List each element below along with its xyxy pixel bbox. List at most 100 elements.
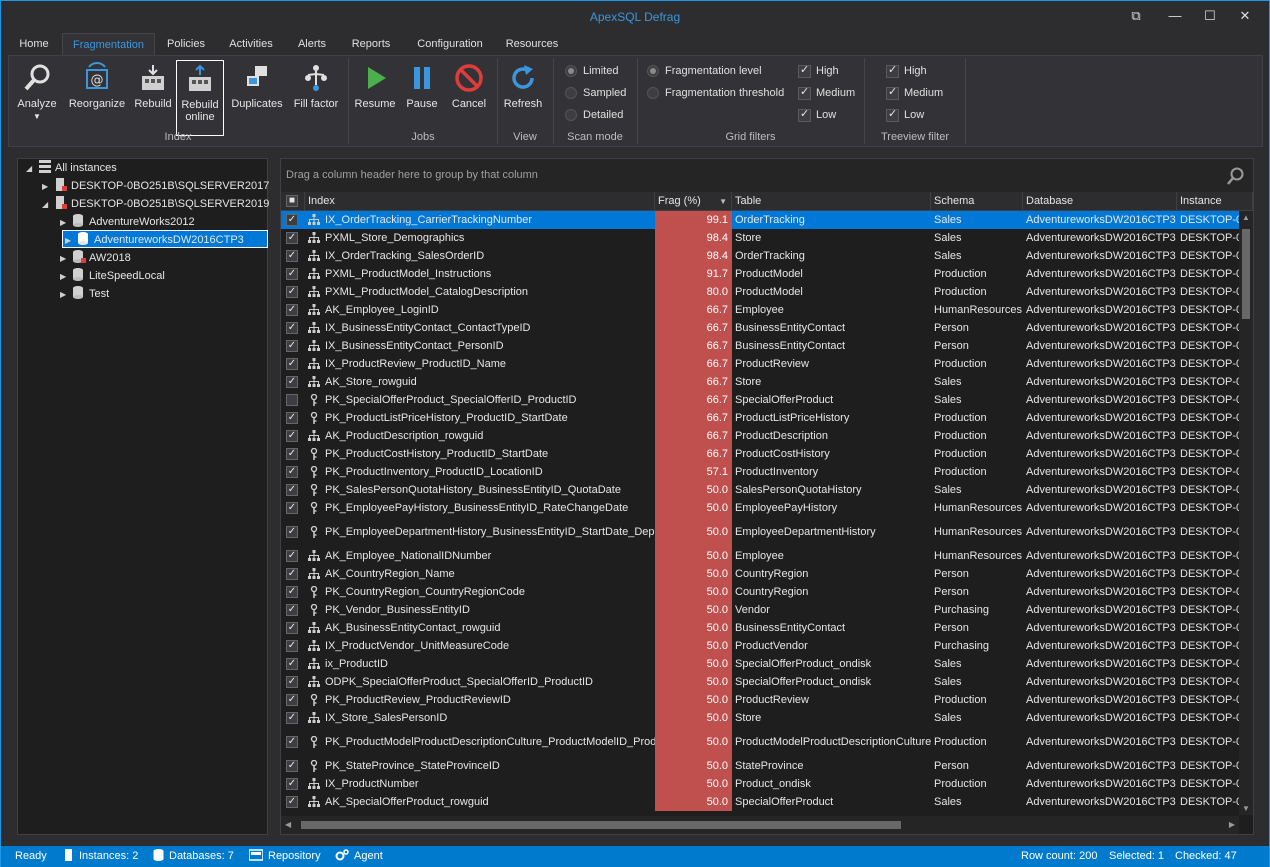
treeview-filter-low-checkbox[interactable]: Low xyxy=(886,107,924,123)
row-checkbox[interactable]: ✓ xyxy=(286,640,298,652)
scroll-up-icon[interactable]: ▲ xyxy=(1242,213,1250,222)
column-header-instance[interactable]: Instance xyxy=(1177,192,1253,211)
grid-filter-low-checkbox[interactable]: Low xyxy=(798,107,836,123)
table-row[interactable]: ✓PK_SalesPersonQuotaHistory_BusinessEnti… xyxy=(281,481,1239,499)
scroll-left-icon[interactable]: ◀ xyxy=(285,820,291,829)
tree-server-2019[interactable]: ◢DESKTOP-0BO251B\SQLSERVER2019 xyxy=(42,195,269,213)
treeview-filter-high-checkbox[interactable]: High xyxy=(886,63,927,79)
scan-mode-sampled-radio[interactable]: Sampled xyxy=(563,85,626,101)
expanded-arrow-icon[interactable]: ◢ xyxy=(26,160,38,178)
close-button[interactable]: ✕ xyxy=(1230,5,1260,27)
tree-server-2017[interactable]: ▶DESKTOP-0BO251B\SQLSERVER2017 xyxy=(42,177,269,195)
row-checkbox[interactable]: ✓ xyxy=(286,760,298,772)
fragmentation-threshold-radio[interactable]: Fragmentation threshold xyxy=(645,85,784,101)
table-row[interactable]: ✓IX_ProductVendor_UnitMeasureCode50.0Pro… xyxy=(281,637,1239,655)
row-checkbox[interactable]: ✓ xyxy=(286,604,298,616)
row-checkbox[interactable]: ✓ xyxy=(286,304,298,316)
table-row[interactable]: ✓PK_ProductListPriceHistory_ProductID_St… xyxy=(281,409,1239,427)
table-row[interactable]: ✓IX_ProductNumber50.0Product_ondiskProdu… xyxy=(281,775,1239,793)
row-checkbox[interactable]: ✓ xyxy=(286,268,298,280)
row-checkbox[interactable]: ✓ xyxy=(286,676,298,688)
row-checkbox[interactable]: ✓ xyxy=(286,622,298,634)
status-agent[interactable]: Agent xyxy=(335,846,383,867)
tab-configuration[interactable]: Configuration xyxy=(409,33,491,55)
row-checkbox[interactable]: ✓ xyxy=(286,412,298,424)
pause-button[interactable]: Pause xyxy=(401,60,443,128)
rebuild-online-button[interactable]: Rebuild online xyxy=(176,60,224,136)
row-checkbox[interactable]: ✓ xyxy=(286,340,298,352)
tab-home[interactable]: Home xyxy=(13,33,55,55)
tree-db-adventureworks2012[interactable]: ▶AdventureWorks2012 xyxy=(60,213,195,231)
column-header-frag[interactable]: Frag (%)▼ xyxy=(655,192,732,211)
column-header-index[interactable]: Index xyxy=(305,192,655,211)
collapsed-arrow-icon[interactable]: ▶ xyxy=(60,268,72,286)
scroll-down-icon[interactable]: ▼ xyxy=(1242,804,1250,813)
table-row[interactable]: ✓IX_Store_SalesPersonID50.0StoreSalesAdv… xyxy=(281,709,1239,727)
scan-mode-detailed-radio[interactable]: Detailed xyxy=(563,107,623,123)
row-checkbox[interactable]: ✓ xyxy=(286,550,298,562)
scroll-right-icon[interactable]: ▶ xyxy=(1229,820,1235,829)
tree-root-all-instances[interactable]: ◢All instances xyxy=(26,159,117,177)
row-checkbox[interactable]: ✓ xyxy=(286,712,298,724)
table-row[interactable]: ✓PK_ProductCostHistory_ProductID_StartDa… xyxy=(281,445,1239,463)
row-checkbox[interactable]: ✓ xyxy=(286,694,298,706)
group-by-bar[interactable]: Drag a column header here to group by th… xyxy=(281,159,1253,192)
treeview-filter-medium-checkbox[interactable]: Medium xyxy=(886,85,943,101)
restore-layout-icon[interactable]: ⧉ xyxy=(1121,5,1151,27)
row-checkbox[interactable]: ✓ xyxy=(286,322,298,334)
table-row[interactable]: ✓ODPK_SpecialOfferProduct_SpecialOfferID… xyxy=(281,673,1239,691)
tree-db-aw2018[interactable]: ▶AW2018 xyxy=(60,249,131,267)
table-row[interactable]: PK_SpecialOfferProduct_SpecialOfferID_Pr… xyxy=(281,391,1239,409)
grid-filter-medium-checkbox[interactable]: Medium xyxy=(798,85,855,101)
collapsed-arrow-icon[interactable]: ▶ xyxy=(60,250,72,268)
table-row[interactable]: ✓AK_Employee_NationalIDNumber50.0Employe… xyxy=(281,547,1239,565)
horizontal-scroll-thumb[interactable] xyxy=(301,821,901,829)
cancel-button[interactable]: Cancel xyxy=(447,60,491,128)
row-checkbox[interactable]: ✓ xyxy=(286,502,298,514)
select-all-checkbox[interactable]: ■ xyxy=(286,195,298,207)
row-checkbox[interactable]: ✓ xyxy=(286,466,298,478)
tab-alerts[interactable]: Alerts xyxy=(291,33,333,55)
fill-factor-button[interactable]: Fill factor xyxy=(291,60,341,128)
table-row[interactable]: ✓PK_CountryRegion_CountryRegionCode50.0C… xyxy=(281,583,1239,601)
tab-activities[interactable]: Activities xyxy=(223,33,279,55)
maximize-button[interactable]: ☐ xyxy=(1195,5,1225,27)
table-row[interactable]: ✓IX_OrderTracking_CarrierTrackingNumber9… xyxy=(281,211,1239,229)
row-checkbox[interactable]: ✓ xyxy=(286,250,298,262)
row-checkbox[interactable]: ✓ xyxy=(286,430,298,442)
rebuild-button[interactable]: Rebuild xyxy=(133,60,173,128)
table-row[interactable]: ✓IX_ProductReview_ProductID_Name66.7Prod… xyxy=(281,355,1239,373)
row-checkbox[interactable]: ✓ xyxy=(286,286,298,298)
table-row[interactable]: ✓PXML_Store_Demographics98.4StoreSalesAd… xyxy=(281,229,1239,247)
row-checkbox[interactable]: ✓ xyxy=(286,484,298,496)
row-checkbox[interactable]: ✓ xyxy=(286,358,298,370)
horizontal-scrollbar[interactable]: ◀ ▶ xyxy=(281,816,1239,834)
row-checkbox[interactable]: ✓ xyxy=(286,736,298,748)
table-row[interactable]: ✓ix_ProductID50.0SpecialOfferProduct_ond… xyxy=(281,655,1239,673)
row-checkbox[interactable]: ✓ xyxy=(286,796,298,808)
reorganize-button[interactable]: @ Reorganize xyxy=(65,60,129,128)
tree-db-adventureworksdw2016ctp3[interactable]: ▶AdventureworksDW2016CTP3 xyxy=(62,230,268,248)
table-row[interactable]: ✓PK_EmployeePayHistory_BusinessEntityID_… xyxy=(281,499,1239,517)
header-select-all[interactable]: ■ xyxy=(281,192,305,211)
row-checkbox[interactable]: ✓ xyxy=(286,778,298,790)
table-row[interactable]: ✓PK_ProductModelProductDescriptionCultur… xyxy=(281,727,1239,757)
status-repository[interactable]: Repository xyxy=(249,846,321,867)
row-checkbox[interactable]: ✓ xyxy=(286,448,298,460)
expanded-arrow-icon[interactable]: ◢ xyxy=(42,196,54,214)
status-instances[interactable]: Instances: 2 xyxy=(63,846,138,867)
vertical-scrollbar[interactable]: ▲ ▼ xyxy=(1239,211,1253,815)
column-header-table[interactable]: Table xyxy=(732,192,931,211)
table-row[interactable]: ✓IX_OrderTracking_SalesOrderID98.4OrderT… xyxy=(281,247,1239,265)
status-databases[interactable]: Databases: 7 xyxy=(153,846,234,867)
table-row[interactable]: ✓PK_StateProvince_StateProvinceID50.0Sta… xyxy=(281,757,1239,775)
row-checkbox[interactable]: ✓ xyxy=(286,658,298,670)
tab-policies[interactable]: Policies xyxy=(161,33,211,55)
tree-db-test[interactable]: ▶Test xyxy=(60,285,109,303)
table-row[interactable]: ✓PK_Vendor_BusinessEntityID50.0VendorPur… xyxy=(281,601,1239,619)
refresh-button[interactable]: Refresh xyxy=(501,60,545,128)
row-checkbox[interactable]: ✓ xyxy=(286,586,298,598)
search-icon[interactable] xyxy=(1227,167,1245,185)
collapsed-arrow-icon[interactable]: ▶ xyxy=(65,232,77,250)
grid-filter-high-checkbox[interactable]: High xyxy=(798,63,839,79)
